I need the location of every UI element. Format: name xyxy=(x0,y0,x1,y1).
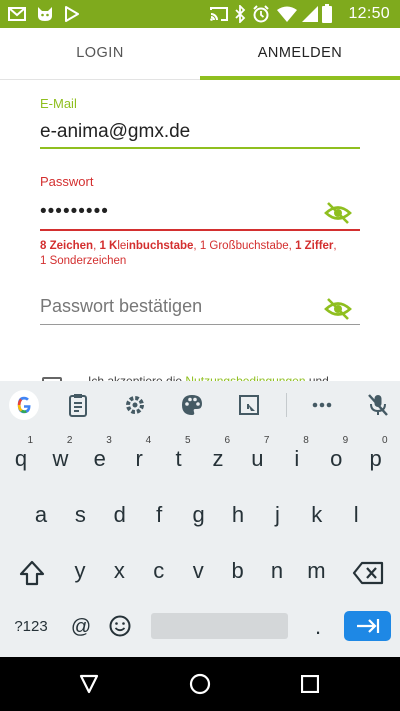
next-field-icon xyxy=(357,619,380,633)
key-w[interactable]: w2 xyxy=(42,435,78,481)
req-length: 8 Zeichen xyxy=(40,240,94,252)
key-z[interactable]: z6 xyxy=(200,435,236,481)
req-special: 1 Sonderzeichen xyxy=(40,254,127,267)
shift-key-icon[interactable] xyxy=(18,559,46,587)
req-lowercase: 1 K xyxy=(99,240,118,252)
key-hint-number: 2 xyxy=(66,435,73,446)
key-p[interactable]: p0 xyxy=(358,435,394,481)
signal-icon xyxy=(302,6,318,22)
google-icon[interactable] xyxy=(8,389,40,421)
key-o[interactable]: o9 xyxy=(318,435,354,481)
symbols-key[interactable]: ?123 xyxy=(8,605,54,649)
key-v[interactable]: v xyxy=(180,549,216,593)
key-hint-number: 6 xyxy=(224,435,230,446)
palette-icon[interactable] xyxy=(178,391,206,419)
key-y[interactable]: y xyxy=(62,549,98,593)
tab-login[interactable]: LOGIN xyxy=(0,28,200,80)
status-bar: 12:50 xyxy=(0,0,400,28)
key-hint-number: 1 xyxy=(27,435,33,446)
key-hint-number: 9 xyxy=(342,435,349,446)
visibility-off-icon[interactable] xyxy=(324,298,352,320)
key-hint-number: 8 xyxy=(303,435,309,446)
confirm-password-underline xyxy=(40,324,360,325)
key-a[interactable]: a xyxy=(23,493,59,537)
emoji-key-icon[interactable] xyxy=(109,615,131,637)
active-tab-indicator xyxy=(200,76,400,80)
key-g[interactable]: g xyxy=(181,493,217,537)
key-hint-number: 5 xyxy=(185,435,191,446)
key-n[interactable]: n xyxy=(259,549,295,593)
key-j[interactable]: j xyxy=(259,493,295,537)
password-field[interactable]: ••••••••• xyxy=(40,201,109,223)
keyboard-toolbar xyxy=(0,381,400,429)
settings-icon[interactable] xyxy=(121,391,149,419)
confirm-password-field[interactable]: Passwort bestätigen xyxy=(40,296,202,317)
space-key[interactable] xyxy=(151,613,288,639)
back-icon[interactable] xyxy=(78,673,100,695)
key-e[interactable]: e3 xyxy=(82,435,118,481)
enter-key[interactable] xyxy=(344,611,391,641)
email-underline xyxy=(40,147,360,149)
battery-icon xyxy=(322,4,332,23)
navigation-bar xyxy=(0,657,400,711)
key-k[interactable]: k xyxy=(299,493,335,537)
key-u[interactable]: u7 xyxy=(239,435,275,481)
wifi-icon xyxy=(277,6,297,22)
key-hint-number: 7 xyxy=(263,435,270,446)
password-requirements: 8 Zeichen, 1 Kleinbuchstabe, 1 Großbuchs… xyxy=(40,240,337,267)
key-l[interactable]: l xyxy=(338,493,374,537)
key-c[interactable]: c xyxy=(141,549,177,593)
password-underline xyxy=(40,229,360,231)
screenshot-icon[interactable] xyxy=(235,391,263,419)
req-digit: 1 Ziffer xyxy=(295,240,334,252)
key-hint-number: 3 xyxy=(106,435,112,446)
key-d[interactable]: d xyxy=(102,493,138,537)
play-store-icon xyxy=(65,6,79,22)
period-key[interactable]: . xyxy=(300,605,336,649)
req-uppercase: 1 Großbuchstabe xyxy=(199,240,289,252)
home-icon[interactable] xyxy=(189,673,211,695)
recents-icon[interactable] xyxy=(301,675,319,693)
bluetooth-icon xyxy=(235,5,246,23)
key-h[interactable]: h xyxy=(220,493,256,537)
key-q[interactable]: q1 xyxy=(3,435,39,481)
backspace-key-icon[interactable] xyxy=(352,561,384,585)
at-key[interactable]: @ xyxy=(63,605,99,649)
alarm-icon xyxy=(253,5,269,23)
more-icon[interactable] xyxy=(308,391,336,419)
keyboard: ?123 @ . q1w2e3r4t5z6u7i8o9p0 asdfghjkl yx… xyxy=(0,381,400,657)
key-hint-number: 0 xyxy=(382,435,388,446)
toolbar-separator xyxy=(286,393,287,417)
status-time: 12:50 xyxy=(348,5,390,22)
password-label: Passwort xyxy=(40,174,94,189)
cat-icon xyxy=(38,7,52,21)
key-r[interactable]: r4 xyxy=(121,435,157,481)
key-hint-number: 4 xyxy=(145,435,152,446)
visibility-off-icon[interactable] xyxy=(324,202,352,224)
email-field[interactable]: e-anima@gmx.de xyxy=(40,121,190,143)
screen: 12:50 LOGIN ANMELDEN E-Mail e-anima@gmx.… xyxy=(0,0,400,711)
tab-bar: LOGIN ANMELDEN xyxy=(0,28,400,80)
clipboard-icon[interactable] xyxy=(64,391,92,419)
mic-off-icon[interactable] xyxy=(364,391,392,419)
key-x[interactable]: x xyxy=(101,549,137,593)
key-m[interactable]: m xyxy=(298,549,334,593)
email-label: E-Mail xyxy=(40,96,77,111)
email-icon xyxy=(8,7,26,21)
key-s[interactable]: s xyxy=(62,493,98,537)
key-f[interactable]: f xyxy=(141,493,177,537)
key-t[interactable]: t5 xyxy=(161,435,197,481)
key-i[interactable]: i8 xyxy=(279,435,315,481)
tab-register[interactable]: ANMELDEN xyxy=(200,28,400,80)
key-b[interactable]: b xyxy=(220,549,256,593)
cast-icon xyxy=(210,7,228,21)
